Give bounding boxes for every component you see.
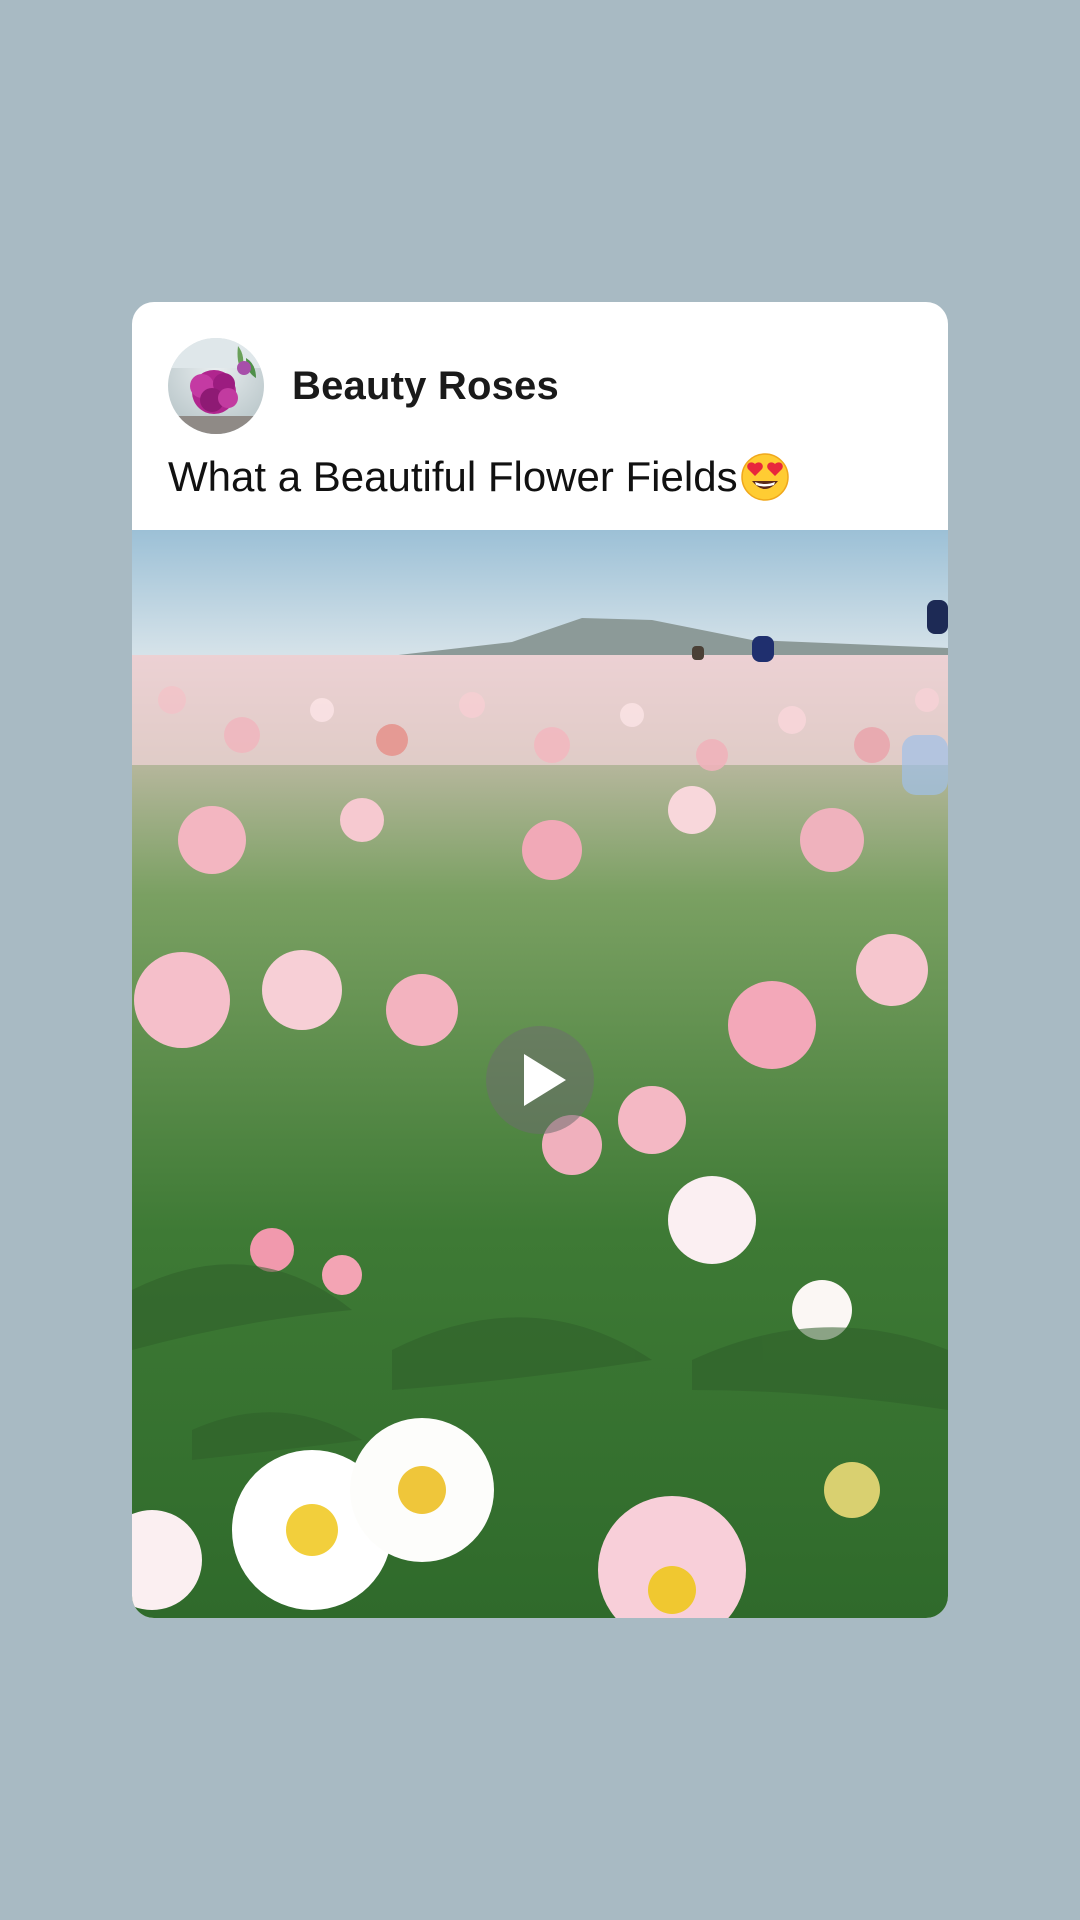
video-player[interactable] [132, 530, 948, 1618]
post-header: Beauty Roses [168, 338, 559, 434]
heart-eyes-emoji-icon [740, 452, 790, 502]
author-name[interactable]: Beauty Roses [292, 364, 559, 409]
play-button[interactable] [486, 1026, 594, 1134]
avatar[interactable] [168, 338, 264, 434]
post-card: Beauty Roses What a Beautiful Flower Fie… [132, 302, 948, 1618]
caption-text: What a Beautiful Flower Fields [168, 453, 738, 500]
post-caption: What a Beautiful Flower Fields [168, 452, 790, 502]
play-icon [524, 1054, 566, 1106]
